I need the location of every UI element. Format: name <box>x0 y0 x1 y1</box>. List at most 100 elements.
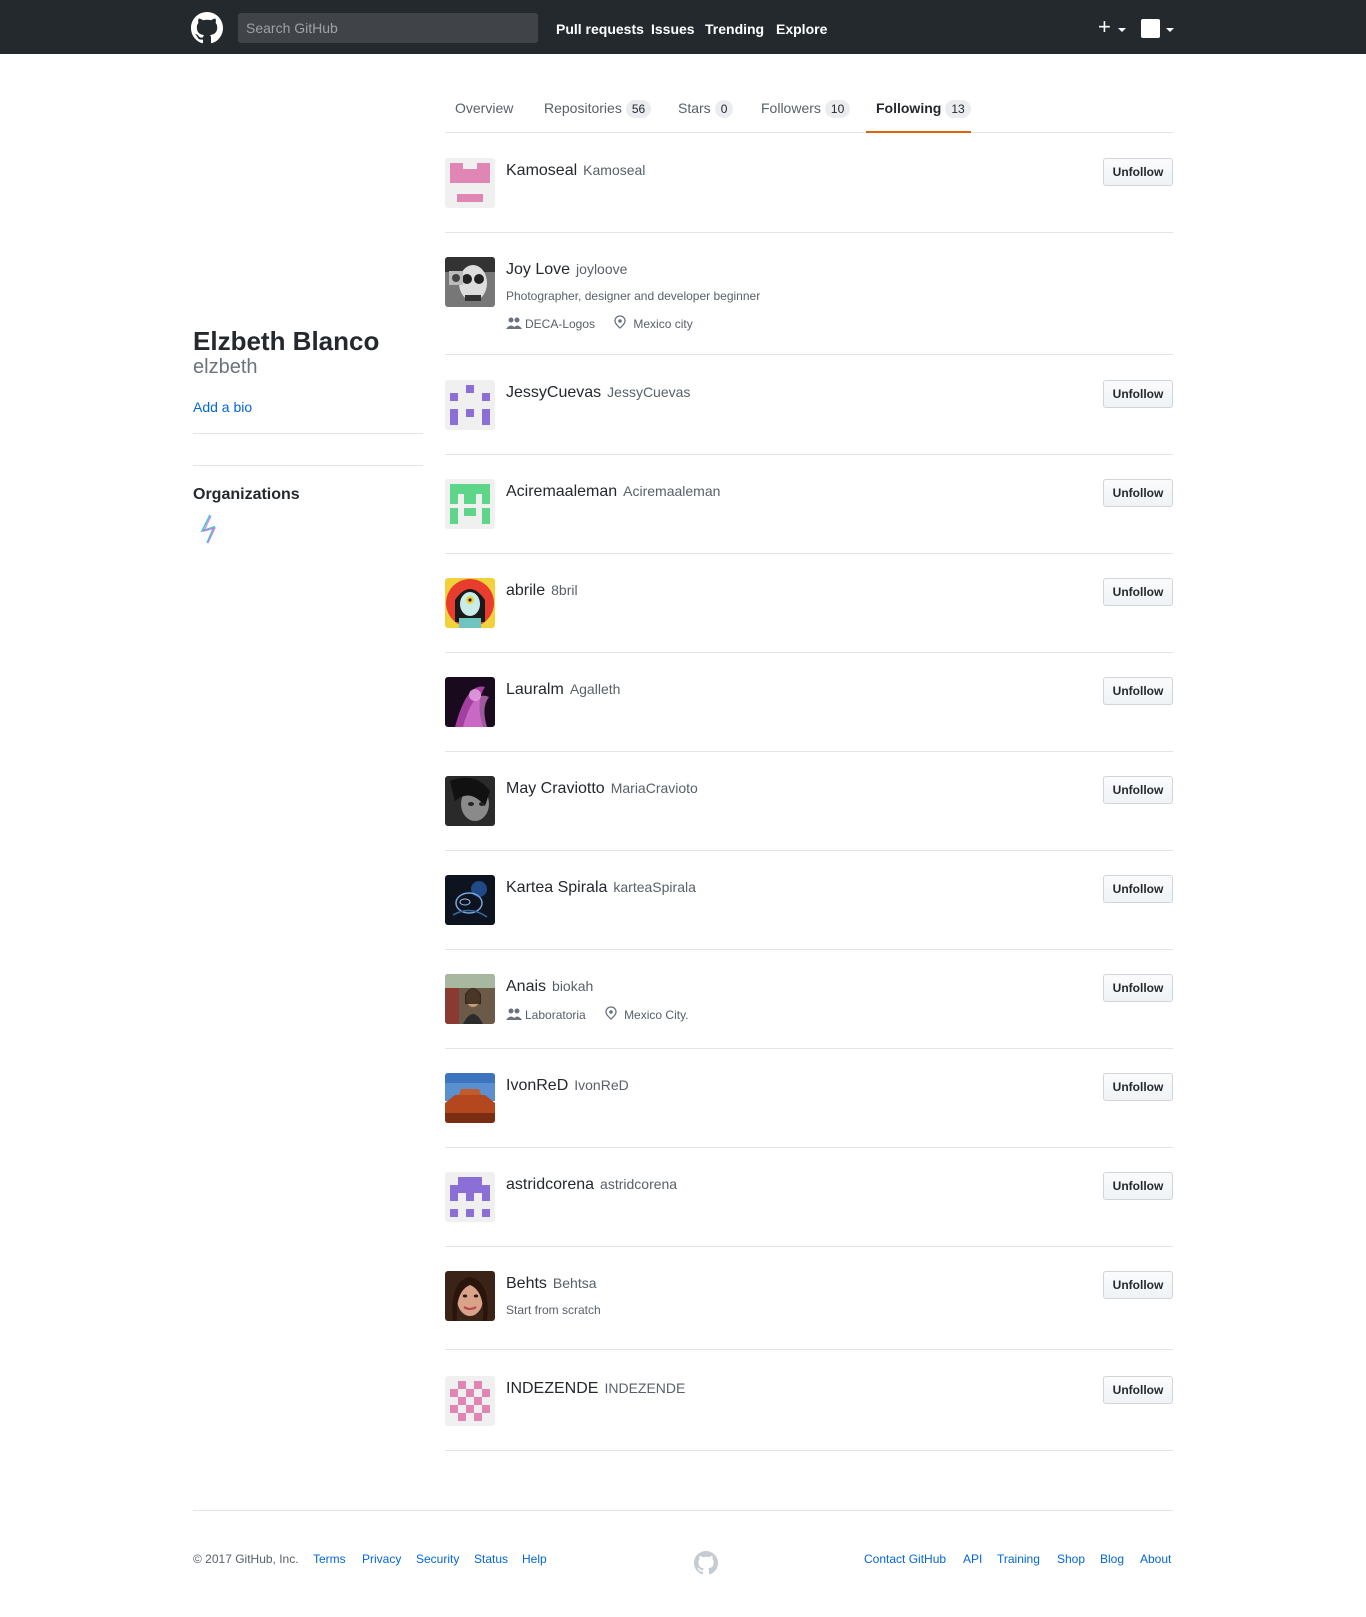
user-login[interactable]: JessyCuevas <box>607 384 690 400</box>
footer-link-about[interactable]: About <box>1140 1552 1171 1566</box>
user-name[interactable]: Kamoseal Kamoseal <box>506 162 645 180</box>
footer-link-security[interactable]: Security <box>416 1552 459 1566</box>
user-bio: Photographer, designer and developer beg… <box>506 289 761 303</box>
footer-github-logo-icon[interactable] <box>694 1551 718 1575</box>
tab-following[interactable]: Following 13 <box>876 98 971 118</box>
unfollow-button[interactable]: Unfollow <box>1103 776 1173 804</box>
profile-login: elzbeth <box>193 356 258 378</box>
unfollow-button[interactable]: Unfollow <box>1103 974 1173 1002</box>
user-login[interactable]: Behtsa <box>553 1275 597 1291</box>
user-name[interactable]: Lauralm Agalleth <box>506 681 620 699</box>
user-login[interactable]: Kamoseal <box>583 162 645 178</box>
following-count: 13 <box>945 100 971 118</box>
location-icon <box>614 315 630 329</box>
footer-link-terms[interactable]: Terms <box>313 1552 346 1566</box>
user-login[interactable]: karteaSpirala <box>613 879 696 895</box>
unfollow-button[interactable]: Unfollow <box>1103 677 1173 705</box>
tab-followers[interactable]: Followers 10 <box>761 98 851 118</box>
user-company: Laboratoria <box>525 1008 586 1022</box>
organization-lightning-icon[interactable] <box>197 513 221 545</box>
user-name[interactable]: Joy Love joyloove <box>506 261 627 279</box>
unfollow-button[interactable]: Unfollow <box>1103 1172 1173 1200</box>
list-divider <box>445 1349 1173 1350</box>
unfollow-button[interactable]: Unfollow <box>1103 380 1173 408</box>
avatar[interactable] <box>445 479 495 529</box>
footer-link-status[interactable]: Status <box>474 1552 508 1566</box>
unfollow-button[interactable]: Unfollow <box>1103 1073 1173 1101</box>
user-bio: Start from scratch <box>506 1303 601 1317</box>
list-divider <box>445 1246 1173 1247</box>
tab-repositories[interactable]: Repositories 56 <box>544 98 652 118</box>
avatar[interactable] <box>445 158 495 208</box>
footer-link-api[interactable]: API <box>963 1552 982 1566</box>
create-dropdown-caret-icon[interactable] <box>1118 28 1126 32</box>
nav-explore[interactable]: Explore <box>776 0 827 54</box>
nav-trending[interactable]: Trending <box>705 0 764 54</box>
unfollow-button[interactable]: Unfollow <box>1103 875 1173 903</box>
stars-count: 0 <box>714 100 734 118</box>
user-name[interactable]: abrile 8bril <box>506 582 578 600</box>
avatar[interactable] <box>445 1376 495 1426</box>
footer-link-help[interactable]: Help <box>522 1552 547 1566</box>
user-login[interactable]: MariaCravioto <box>611 780 698 796</box>
list-divider <box>445 652 1173 653</box>
user-name[interactable]: Anais biokah <box>506 978 593 996</box>
avatar[interactable] <box>445 257 495 307</box>
user-dropdown-caret-icon[interactable] <box>1166 28 1174 32</box>
user-login[interactable]: Aciremaaleman <box>623 483 720 499</box>
avatar[interactable] <box>445 1172 495 1222</box>
user-name[interactable]: IvonReD IvonReD <box>506 1077 629 1095</box>
repositories-count: 56 <box>625 100 652 118</box>
footer-divider <box>193 1510 1173 1511</box>
user-login[interactable]: astridcorena <box>600 1176 677 1192</box>
user-name[interactable]: INDEZENDE INDEZENDE <box>506 1380 685 1398</box>
unfollow-button[interactable]: Unfollow <box>1103 158 1173 186</box>
user-login[interactable]: 8bril <box>551 582 577 598</box>
avatar[interactable] <box>445 1073 495 1123</box>
unfollow-button[interactable]: Unfollow <box>1103 578 1173 606</box>
add-bio-link[interactable]: Add a bio <box>193 399 252 415</box>
footer-link-shop[interactable]: Shop <box>1057 1552 1085 1566</box>
avatar[interactable] <box>445 875 495 925</box>
sidebar-divider <box>193 433 423 434</box>
footer-link-training[interactable]: Training <box>997 1552 1040 1566</box>
tab-stars[interactable]: Stars 0 <box>678 98 734 118</box>
list-divider <box>445 1450 1173 1451</box>
avatar[interactable] <box>445 380 495 430</box>
github-logo-icon[interactable] <box>191 12 223 44</box>
footer-link-privacy[interactable]: Privacy <box>362 1552 401 1566</box>
avatar[interactable] <box>445 776 495 826</box>
selected-tab-indicator <box>866 131 971 133</box>
user-login[interactable]: IvonReD <box>574 1077 628 1093</box>
nav-pull-requests[interactable]: Pull requests <box>556 0 644 54</box>
nav-issues[interactable]: Issues <box>651 0 695 54</box>
user-login[interactable]: INDEZENDE <box>604 1380 685 1396</box>
list-divider <box>445 553 1173 554</box>
avatar[interactable] <box>445 974 495 1024</box>
list-divider <box>445 949 1173 950</box>
location-icon <box>605 1006 621 1020</box>
user-login[interactable]: Agalleth <box>570 681 621 697</box>
footer-link-contact[interactable]: Contact GitHub <box>864 1552 946 1566</box>
user-location: Mexico city <box>633 317 693 331</box>
unfollow-button[interactable]: Unfollow <box>1103 479 1173 507</box>
avatar[interactable] <box>445 1271 495 1321</box>
unfollow-button[interactable]: Unfollow <box>1103 1271 1173 1299</box>
tab-overview[interactable]: Overview <box>455 98 513 118</box>
avatar[interactable] <box>445 677 495 727</box>
sidebar-divider <box>193 465 423 466</box>
user-name[interactable]: Aciremaaleman Aciremaaleman <box>506 483 720 501</box>
user-name[interactable]: May Craviotto MariaCravioto <box>506 780 698 798</box>
user-name[interactable]: Behts Behtsa <box>506 1275 597 1293</box>
user-avatar-menu[interactable] <box>1141 19 1160 38</box>
unfollow-button[interactable]: Unfollow <box>1103 1376 1173 1404</box>
avatar[interactable] <box>445 578 495 628</box>
footer-link-blog[interactable]: Blog <box>1100 1552 1124 1566</box>
user-name[interactable]: astridcorena astridcorena <box>506 1176 677 1194</box>
user-login[interactable]: joyloove <box>576 261 627 277</box>
create-new-icon[interactable]: + <box>1098 16 1111 38</box>
user-name[interactable]: Kartea Spirala karteaSpirala <box>506 879 696 897</box>
search-input[interactable] <box>238 13 538 43</box>
user-login[interactable]: biokah <box>552 978 593 994</box>
user-name[interactable]: JessyCuevas JessyCuevas <box>506 384 690 402</box>
